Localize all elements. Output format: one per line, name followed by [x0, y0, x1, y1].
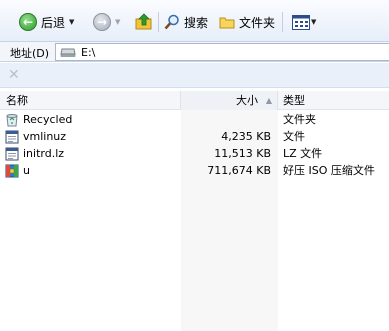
address-input[interactable]: E:\: [55, 43, 389, 61]
file-size: 4,235 KB: [221, 130, 271, 143]
back-label: 后退: [41, 15, 66, 30]
file-type: LZ 文件: [283, 147, 323, 160]
views-button[interactable]: ▼: [292, 10, 316, 34]
toolbar: ← 后退 ▼ → ▼ 搜索 文件夹 ▼: [0, 0, 389, 42]
folders-label: 文件夹: [239, 15, 276, 30]
task-strip: ✕: [0, 63, 389, 88]
file-row[interactable]: Recycled 文件夹: [0, 111, 389, 128]
close-icon[interactable]: ✕: [8, 67, 20, 83]
address-bar: 地址(D) E:\: [0, 42, 389, 62]
file-name: Recycled: [23, 113, 73, 126]
address-value: E:\: [81, 45, 96, 59]
file-row[interactable]: vmlinuz 4,235 KB 文件: [0, 128, 389, 145]
forward-arrow-icon: →: [93, 13, 111, 31]
back-button[interactable]: ← 后退 ▼: [19, 10, 74, 34]
column-header-name-label: 名称: [6, 94, 28, 107]
drive-icon: [60, 48, 76, 57]
column-header-size-label: 大小: [236, 94, 258, 107]
file-name-cell: initrd.lz: [5, 145, 180, 162]
column-headers: 名称 大小 ▲ 类型: [0, 91, 389, 110]
address-label: 地址(D): [10, 47, 50, 60]
file-name-cell: u: [5, 162, 180, 179]
generic-file-icon: [5, 147, 19, 160]
file-name-cell: vmlinuz: [5, 128, 180, 145]
folders-button[interactable]: 文件夹: [219, 10, 275, 34]
file-type: 好压 ISO 压缩文件: [283, 164, 375, 177]
toolbar-separator: [282, 12, 283, 32]
file-name: u: [23, 164, 30, 177]
column-header-name[interactable]: 名称: [0, 91, 181, 110]
views-icon: [292, 14, 310, 30]
file-type: 文件夹: [283, 113, 316, 126]
file-name: initrd.lz: [23, 147, 65, 160]
file-size: 711,674 KB: [207, 164, 271, 177]
archive-icon: [5, 164, 19, 177]
column-header-size[interactable]: 大小 ▲: [181, 91, 278, 110]
generic-file-icon: [5, 130, 19, 143]
views-dropdown-icon[interactable]: ▼: [311, 18, 316, 26]
back-dropdown-icon[interactable]: ▼: [69, 18, 74, 26]
sort-ascending-icon: ▲: [265, 96, 272, 105]
recycle-bin-icon: [6, 113, 18, 126]
file-name: vmlinuz: [23, 130, 67, 143]
file-row[interactable]: initrd.lz 11,513 KB LZ 文件: [0, 145, 389, 162]
search-label: 搜索: [184, 15, 209, 30]
search-button[interactable]: 搜索: [164, 10, 208, 34]
back-arrow-icon: ←: [19, 13, 37, 31]
column-header-type[interactable]: 类型: [278, 91, 389, 110]
column-header-type-label: 类型: [283, 94, 305, 107]
file-type: 文件: [283, 130, 305, 143]
file-size: 11,513 KB: [214, 147, 271, 160]
toolbar-separator: [158, 12, 159, 32]
folder-icon: [219, 17, 235, 29]
up-button[interactable]: [135, 10, 153, 34]
forward-button[interactable]: → ▼: [93, 10, 120, 34]
file-name-cell: Recycled: [5, 111, 180, 128]
file-row[interactable]: u 711,674 KB 好压 ISO 压缩文件: [0, 162, 389, 179]
forward-dropdown-icon[interactable]: ▼: [115, 18, 120, 26]
search-icon: [164, 14, 179, 30]
folder-up-icon: [135, 13, 152, 30]
file-size: [181, 111, 271, 128]
